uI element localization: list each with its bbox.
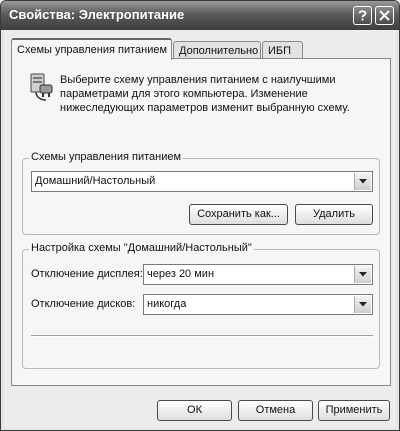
- help-button[interactable]: [353, 6, 372, 25]
- delete-button[interactable]: Удалить: [295, 204, 373, 225]
- disks-off-value: никогда: [147, 298, 187, 310]
- display-off-value: через 20 мин: [147, 268, 215, 280]
- display-off-label: Отключение дисплея:: [31, 268, 143, 280]
- scheme-select-value: Домашний/Настольный: [35, 175, 156, 187]
- power-properties-dialog: Свойства: Электропитание Схемы управлени…: [0, 0, 400, 431]
- power-plug-icon: [30, 73, 53, 101]
- chevron-down-icon: [359, 179, 367, 184]
- close-icon: [379, 10, 390, 21]
- apply-button[interactable]: Применить: [318, 400, 390, 421]
- schemes-group: Схемы управления питанием Домашний/Насто…: [22, 151, 380, 235]
- close-button[interactable]: [375, 6, 394, 25]
- disks-off-select[interactable]: никогда: [143, 294, 373, 315]
- cancel-button[interactable]: Отмена: [238, 400, 313, 421]
- chevron-down-icon: [359, 302, 367, 307]
- save-as-button[interactable]: Сохранить как...: [189, 204, 288, 225]
- scheme-select[interactable]: Домашний/Настольный: [31, 171, 373, 192]
- title-bar[interactable]: Свойства: Электропитание: [1, 1, 399, 30]
- tab-ups[interactable]: ИБП: [262, 41, 303, 59]
- schemes-group-label: Схемы управления питанием: [29, 151, 184, 163]
- tab-panel-power-schemes: Выберите схему управления питанием с наи…: [11, 58, 391, 386]
- description-text: Выберите схему управления питанием с наи…: [60, 74, 350, 114]
- help-icon: [358, 10, 367, 21]
- display-off-dropdown-button[interactable]: [354, 266, 371, 283]
- tab-power-schemes[interactable]: Схемы управления питанием: [11, 38, 172, 60]
- tab-advanced[interactable]: Дополнительно: [173, 41, 261, 59]
- disks-off-label: Отключение дисков:: [31, 298, 136, 310]
- ok-button[interactable]: ОК: [157, 400, 232, 421]
- dialog-body: Схемы управления питанием Дополнительно …: [4, 30, 396, 427]
- window-title: Свойства: Электропитание: [9, 7, 185, 22]
- scheme-settings-group-label: Настройка схемы "Домашний/Настольный": [29, 242, 254, 254]
- display-off-select[interactable]: через 20 мин: [143, 264, 373, 285]
- chevron-down-icon: [359, 272, 367, 277]
- scheme-settings-group: Настройка схемы "Домашний/Настольный" От…: [22, 242, 380, 369]
- scheme-dropdown-button[interactable]: [354, 173, 371, 190]
- settings-divider: [31, 335, 373, 337]
- disks-off-dropdown-button[interactable]: [354, 296, 371, 313]
